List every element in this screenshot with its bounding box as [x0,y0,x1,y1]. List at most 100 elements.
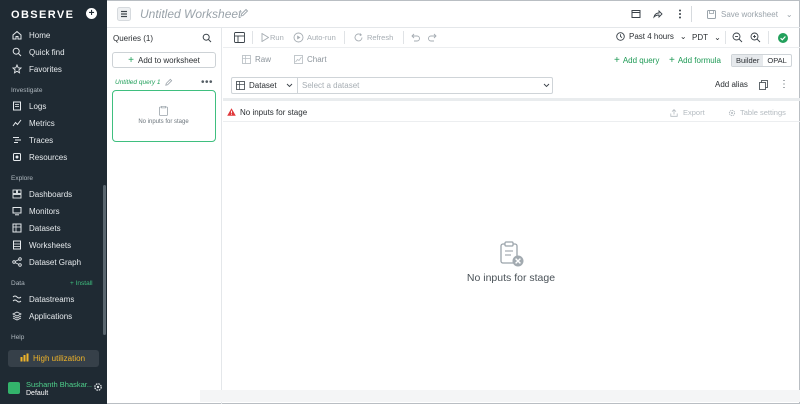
star-icon [12,64,22,74]
workspace-name: Default [26,390,49,397]
dataset-search-input[interactable]: Select a dataset [302,81,359,90]
sidebar-item-quick-find[interactable]: Quick find [0,44,102,60]
gear-icon [728,109,736,116]
more-options-icon[interactable] [675,9,685,19]
chevron-down-icon: ⌄ [679,32,687,41]
run-button[interactable]: Run [270,33,284,42]
add-alias-button[interactable]: Add alias [715,80,748,89]
sidebar-item-label: Resources [29,152,68,162]
sidebar-item-applications[interactable]: Applications [0,308,102,324]
sidebar-item-label: Datastreams [29,294,75,304]
sidebar-item-label: Datasets [29,223,61,233]
observe-logo[interactable]: OBSERVE [11,9,74,21]
gear-icon[interactable] [93,382,103,392]
query-name[interactable]: Untitled query 1 [115,79,161,86]
export-icon [670,108,678,117]
sidebar-item-label: Logs [29,101,47,111]
sidebar-item-label: Worksheets [29,240,72,250]
chart-tab[interactable]: Chart [294,55,327,64]
sidebar-item-worksheets[interactable]: Worksheets [0,237,102,253]
add-to-worksheet-button[interactable]: + Add to worksheet [112,52,216,68]
sidebar-item-monitors[interactable]: Monitors [0,203,102,219]
worksheet-title[interactable]: Untitled Worksheet [140,7,241,21]
export-button[interactable]: Export [670,108,705,117]
more-options-icon[interactable]: ⋮ [779,79,789,90]
divider [297,78,298,93]
dataset-selector: Dataset Select a dataset [231,77,553,94]
sidebar-item-dashboards[interactable]: Dashboards [0,186,102,202]
search-icon [12,47,22,57]
layout-icon[interactable] [234,32,245,43]
query-more-icon[interactable]: ••• [201,77,213,88]
bar-chart-icon [20,353,29,364]
section-data: Data [11,280,25,287]
table-settings-button[interactable]: Table settings [728,108,786,117]
create-new-button[interactable]: + [86,8,97,19]
sidebar-item-traces[interactable]: Traces [0,132,102,148]
add-formula-button[interactable]: + Add formula [669,55,721,66]
high-utilization-banner[interactable]: High utilization [8,350,99,367]
sidebar-item-datastreams[interactable]: Datastreams [0,291,102,307]
edit-pencil-icon[interactable] [164,78,173,87]
add-query-label: Add query [622,56,660,65]
worksheet-menu-icon[interactable] [117,7,131,21]
horizontal-scrollbar[interactable] [200,390,800,402]
dataset-type-dropdown[interactable]: Dataset [249,81,277,90]
zoom-out-icon[interactable] [732,32,743,43]
sidebar-item-label: Quick find [29,47,65,57]
sidebar-item-favorites[interactable]: Favorites [0,61,102,77]
share-icon[interactable] [653,9,663,19]
monitors-icon [12,206,22,216]
timezone-label: PDT [692,33,708,42]
autorun-button[interactable]: Auto-run [307,33,336,42]
queries-panel: Queries (1) + Add to worksheet Untitled … [107,28,222,404]
table-icon [242,55,251,64]
add-to-worksheet-label: Add to worksheet [138,55,200,65]
raw-tab[interactable]: Raw [242,55,271,64]
redo-icon[interactable] [427,32,438,43]
timezone-picker[interactable]: PDT ⌄ [692,33,721,42]
edit-pencil-icon[interactable] [239,8,249,18]
copy-icon[interactable] [759,80,768,90]
add-query-button[interactable]: + Add query [614,55,659,66]
toolbar-primary: Run Auto-run Refresh Past 4 hours ⌄ PDT … [223,28,800,48]
save-worksheet-button[interactable]: Save worksheet ⌄ [707,6,793,22]
dashboards-icon [12,189,22,199]
install-link[interactable]: + Install [70,280,93,287]
builder-tab[interactable]: Builder [732,55,764,66]
plus-icon: + [669,55,675,66]
sidebar-item-logs[interactable]: Logs [0,98,102,114]
schedule-icon[interactable] [631,9,641,19]
refresh-icon [354,33,363,42]
opal-tab[interactable]: OPAL [763,55,790,66]
plus-icon: + [614,55,620,66]
zoom-in-icon[interactable] [750,32,761,43]
autorun-icon [293,32,304,43]
sidebar-item-label: Dataset Graph [29,257,82,267]
sidebar-item-label: Monitors [29,206,60,216]
graph-icon [12,257,22,267]
sidebar-item-datasets[interactable]: Datasets [0,220,102,236]
user-name: Sushanth Bhaskar... [26,380,92,389]
warning-icon [227,108,236,116]
sidebar-item-metrics[interactable]: Metrics [0,115,102,131]
time-range-picker[interactable]: Past 4 hours ⌄ [616,32,687,41]
save-icon [707,9,716,19]
divider [403,31,404,44]
sidebar-item-label: Favorites [29,64,62,74]
search-icon[interactable] [202,33,212,43]
chevron-down-icon[interactable] [543,82,550,89]
chevron-down-icon [286,83,293,88]
sidebar-item-resources[interactable]: Resources [0,149,102,165]
sidebar-item-label: Dashboards [29,189,73,199]
sidebar-item-dataset-graph[interactable]: Dataset Graph [0,254,102,270]
add-formula-label: Add formula [677,56,721,65]
divider [768,31,769,44]
undo-icon[interactable] [410,32,421,43]
user-menu[interactable]: Sushanth Bhaskar... Default [6,379,104,401]
sidebar-item-home[interactable]: Home [0,27,102,43]
clipboard-error-icon [500,241,524,267]
query-card[interactable]: No inputs for stage [112,90,216,142]
refresh-button[interactable]: Refresh [367,33,393,42]
sidebar-scrollbar[interactable] [103,185,106,335]
